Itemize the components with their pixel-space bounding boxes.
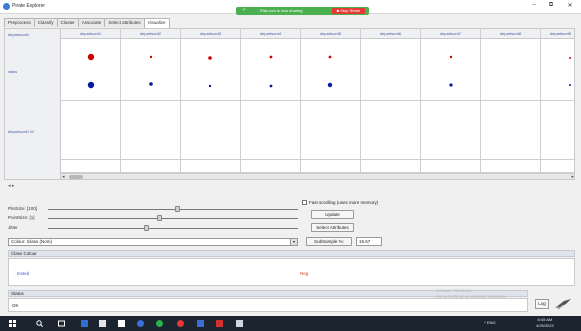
store-icon[interactable] <box>118 320 125 327</box>
task-view-icon[interactable] <box>58 320 65 327</box>
fast-scrolling-checkbox[interactable]: Fast scrolling (uses more memory) <box>302 200 379 206</box>
weka-bird-icon <box>555 299 571 310</box>
tab-visualize[interactable]: Visualize <box>143 18 170 28</box>
minimize-button[interactable]: – <box>528 2 540 12</box>
scroll-right-icon[interactable]: ▸ <box>571 174 574 179</box>
data-point <box>569 57 571 59</box>
windows-start-icon[interactable] <box>9 320 16 327</box>
horizontal-scrollbar[interactable]: ◂ ▸ <box>61 173 574 179</box>
data-point <box>208 84 212 88</box>
point-size-slider[interactable] <box>157 215 162 221</box>
plot-size-slider[interactable] <box>175 206 180 212</box>
point-size-label: PointSize: [1] <box>8 215 35 220</box>
scroll-thumb[interactable] <box>69 175 83 179</box>
screen-share-bar: ✓ Rita.com is now sharing ■ Stop Share <box>236 7 369 15</box>
point-size-track[interactable] <box>48 218 298 219</box>
tab-preprocess[interactable]: Preprocess <box>4 18 35 27</box>
jitter-slider[interactable] <box>144 225 149 231</box>
scroll-left-icon[interactable]: ◂ <box>62 174 65 179</box>
jitter-slider-row: Jitter <box>8 225 298 232</box>
clock-date: 4/25/2022 <box>536 323 554 328</box>
data-point <box>269 55 273 59</box>
splitter-handle[interactable]: ◂ ▸ <box>8 183 14 189</box>
window-title: Pirate Explorer <box>12 3 46 9</box>
status-bar: OK <box>8 298 528 312</box>
tab-associate[interactable]: Associate <box>77 18 106 27</box>
maximize-button[interactable]: ⧉ <box>545 2 557 12</box>
app-window: Pirate Explorer – ⧉ ✕ ✓ Rita.com is now … <box>0 0 581 331</box>
log-button[interactable]: Log <box>535 299 549 309</box>
point-size-slider-row: PointSize: [1] <box>8 215 298 222</box>
subsample-button[interactable]: SubSample %: <box>306 237 352 246</box>
jitter-label: Jitter <box>8 225 18 230</box>
status-text: OK <box>12 303 19 308</box>
system-tray[interactable]: ^ ENG <box>484 320 496 325</box>
data-point <box>269 84 273 88</box>
app-icon-blue[interactable] <box>197 320 204 327</box>
subsample-input[interactable]: 15.67 <box>356 237 382 246</box>
check-icon: ✓ <box>242 7 247 13</box>
edge-icon[interactable] <box>81 320 88 327</box>
weka-taskbar-icon[interactable] <box>236 320 243 327</box>
share-message: Rita.com is now sharing <box>260 8 303 13</box>
tab-bar: Preprocess Classify Cluster Associate Se… <box>4 18 170 28</box>
colour-select-value: Colour: Iclass (Nom) <box>11 239 53 244</box>
plot-size-label: PlotSize: [100] <box>8 206 38 211</box>
data-point <box>328 55 332 59</box>
tab-classify[interactable]: Classify <box>33 18 58 27</box>
tab-select-attributes[interactable]: Select attributes <box>104 18 145 27</box>
chrome-icon[interactable] <box>137 320 144 327</box>
data-point <box>449 55 453 59</box>
taskbar: ^ ENG 8:45 AM 4/25/2022 <box>0 316 581 331</box>
colour-select[interactable]: Colour: Iclass (Nom) ▾ <box>8 238 298 246</box>
class-label-tested[interactable]: tested <box>17 271 29 276</box>
search-icon[interactable] <box>36 320 43 327</box>
class-colour-panel: tested Reg <box>8 258 575 286</box>
watermark-line-2: Go to Settings to activate Windows. <box>436 294 508 299</box>
app-icon-red[interactable] <box>216 320 223 327</box>
plot-size-track[interactable] <box>48 209 298 210</box>
data-point <box>149 82 153 86</box>
stop-share-button[interactable]: ■ Stop Share <box>332 8 365 14</box>
class-label-reg[interactable]: Reg <box>300 271 308 276</box>
select-attributes-button[interactable]: Select Attributes <box>311 223 354 232</box>
data-point <box>149 55 153 59</box>
data-point <box>569 84 571 86</box>
data-point <box>327 82 333 88</box>
class-colour-header: Class Colour <box>8 250 575 257</box>
data-point <box>208 56 212 60</box>
tab-cluster[interactable]: Cluster <box>56 18 79 27</box>
fast-scrolling-label: Fast scrolling (uses more memory) <box>309 200 379 205</box>
chevron-down-icon[interactable]: ▾ <box>290 239 297 245</box>
scatter-plot-matrix[interactable]: departsont1 class departsont1 M departso… <box>4 28 575 180</box>
update-button[interactable]: Update <box>311 210 354 219</box>
app-icon-green[interactable] <box>156 320 163 327</box>
data-point <box>87 81 95 89</box>
data-point <box>449 83 453 87</box>
opera-icon[interactable] <box>177 320 184 327</box>
file-explorer-icon[interactable] <box>99 320 106 327</box>
close-button[interactable]: ✕ <box>564 2 576 12</box>
clock[interactable]: 8:45 AM 4/25/2022 <box>536 317 554 329</box>
plot-points <box>87 53 571 89</box>
data-point <box>87 53 95 61</box>
plot-size-slider-row: PlotSize: [100] <box>8 206 298 213</box>
jitter-track[interactable] <box>48 228 298 229</box>
checkbox-icon[interactable] <box>302 200 307 206</box>
app-icon <box>3 3 10 10</box>
activation-watermark: Activate Windows Go to Settings to activ… <box>436 288 507 300</box>
